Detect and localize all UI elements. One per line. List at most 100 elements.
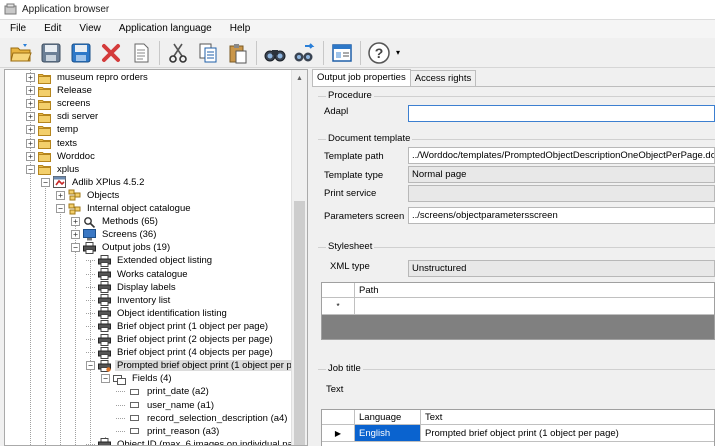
tree-item[interactable]: Works catalogue xyxy=(86,268,190,281)
toolbar-separator xyxy=(323,40,324,65)
print-service-field[interactable] xyxy=(408,185,715,202)
collapse-icon[interactable]: − xyxy=(26,164,35,174)
tree-item[interactable]: print_date (a2) xyxy=(116,385,211,398)
expand-icon[interactable]: + xyxy=(26,73,35,82)
paste-button[interactable] xyxy=(223,39,253,67)
tree-item[interactable]: Brief object print (1 object per page) xyxy=(86,320,270,333)
tree-scrollbar[interactable]: ▲ xyxy=(291,70,307,445)
tree-item[interactable]: − xplus xyxy=(26,163,81,176)
save-button[interactable] xyxy=(36,39,66,67)
tree-item[interactable]: Inventory list xyxy=(86,294,172,307)
menu-file[interactable]: File xyxy=(0,20,35,38)
copy-button[interactable] xyxy=(193,39,223,67)
expand-icon[interactable]: + xyxy=(26,99,35,109)
tree-item[interactable]: + texts xyxy=(26,137,79,150)
menu-view[interactable]: View xyxy=(70,20,110,38)
tree-item[interactable]: Brief object print (4 objects per page) xyxy=(86,346,275,359)
cut-icon xyxy=(169,43,187,63)
collapse-icon[interactable]: − xyxy=(56,204,65,213)
tree-item[interactable]: Display labels xyxy=(86,281,178,294)
tree-item[interactable]: + temp xyxy=(26,123,80,136)
menu-application-language[interactable]: Application language xyxy=(110,20,221,38)
adapl-field[interactable] xyxy=(408,105,715,122)
view-button[interactable] xyxy=(327,39,357,67)
language-cell[interactable]: English xyxy=(355,425,421,441)
stylesheet-path-grid[interactable]: Path * xyxy=(321,282,715,340)
job-title-title: Job title xyxy=(326,363,363,374)
collapse-icon[interactable]: − xyxy=(86,361,95,371)
new-row[interactable]: * xyxy=(322,298,714,315)
tree-item[interactable]: + screens xyxy=(26,97,92,110)
job-title-grid[interactable]: Language Text ▶ English Prompted brief o… xyxy=(321,409,715,446)
expand-icon[interactable]: + xyxy=(26,151,35,161)
tree-item[interactable]: − Output jobs (19) xyxy=(71,241,172,254)
collapse-icon[interactable]: − xyxy=(101,374,110,384)
table-row[interactable]: ▶ English Prompted brief object print (1… xyxy=(322,425,714,442)
tree-item[interactable]: + Worddoc xyxy=(26,150,97,163)
menu-edit[interactable]: Edit xyxy=(35,20,70,38)
xml-type-label: XML type xyxy=(330,261,370,272)
tab-output-job-properties[interactable]: Output job properties xyxy=(312,69,411,87)
help-button[interactable]: ? xyxy=(364,39,394,67)
collapse-icon[interactable]: − xyxy=(41,177,50,187)
printer-icon xyxy=(98,333,111,346)
tree-item[interactable]: − Prompted brief object print (1 object p… xyxy=(86,359,307,372)
template-path-field[interactable]: ../Worddoc/templates/PromptedObjectDescr… xyxy=(408,147,715,164)
expand-icon[interactable]: + xyxy=(26,86,35,96)
tree-item[interactable]: print_reason (a3) xyxy=(116,425,221,438)
expand-icon[interactable]: + xyxy=(26,138,35,148)
tree-item[interactable]: − Fields (4) xyxy=(101,372,174,385)
tab-access-rights[interactable]: Access rights xyxy=(409,70,477,87)
tree-item[interactable]: + museum repro orders xyxy=(26,71,150,84)
expand-icon[interactable]: + xyxy=(71,217,80,227)
toolbar-separator xyxy=(360,40,361,65)
tree-item[interactable]: Extended object listing xyxy=(86,254,214,267)
tree-item[interactable]: Object identification listing xyxy=(86,307,229,320)
screen-icon xyxy=(83,228,96,241)
menu-bar: File Edit View Application language Help xyxy=(0,20,715,38)
tree-item[interactable]: + Screens (36) xyxy=(71,228,158,241)
text-cell[interactable]: Prompted brief object print (1 object pe… xyxy=(421,425,714,441)
toolbar-overflow-icon[interactable]: ▾ xyxy=(396,48,400,57)
tree-item[interactable]: + Objects xyxy=(56,189,121,202)
parameters-screen-field[interactable]: ../screens/objectparametersscreen xyxy=(408,207,715,224)
expand-icon[interactable]: + xyxy=(71,230,80,240)
collapse-icon[interactable]: − xyxy=(71,243,80,253)
tree-item[interactable]: − Adlib XPlus 4.5.2 xyxy=(41,176,146,189)
find-button[interactable] xyxy=(260,39,290,67)
open-folder-icon xyxy=(10,43,32,61)
expand-icon[interactable]: + xyxy=(56,190,65,200)
cut-button[interactable] xyxy=(163,39,193,67)
properties-button[interactable] xyxy=(126,39,156,67)
tree-item[interactable]: Brief object print (2 objects per page) xyxy=(86,333,275,346)
delete-button[interactable] xyxy=(96,39,126,67)
xml-type-select[interactable]: Unstructured xyxy=(408,260,715,277)
column-path[interactable]: Path xyxy=(355,283,714,297)
menu-help[interactable]: Help xyxy=(221,20,260,38)
column-text[interactable]: Text xyxy=(421,410,714,424)
tree-item[interactable]: user_name (a1) xyxy=(116,399,216,412)
tree-item-label: screens xyxy=(57,98,91,110)
tree-guide-line xyxy=(60,209,61,445)
expand-icon[interactable]: + xyxy=(26,112,35,122)
application-tree[interactable]: + museum repro orders + Release + screens + sdi… xyxy=(4,69,308,446)
find-next-button[interactable] xyxy=(290,39,320,67)
scroll-up-icon[interactable]: ▲ xyxy=(292,70,307,86)
column-language[interactable]: Language xyxy=(355,410,421,424)
tree-item[interactable]: + sdi server xyxy=(26,110,100,123)
tree-item[interactable]: + Release xyxy=(26,84,94,97)
tree-item-label: museum repro orders xyxy=(57,72,148,83)
tree-scrollbar-thumb[interactable] xyxy=(294,201,305,445)
new-row-path-cell[interactable] xyxy=(355,298,714,314)
tree-item[interactable]: − Internal object catalogue xyxy=(56,202,193,215)
tree-item[interactable]: Object ID (max. 6 images on individual p… xyxy=(86,438,307,445)
tree-item[interactable]: + Methods (65) xyxy=(71,215,160,228)
procedure-title: Procedure xyxy=(326,90,374,101)
open-folder-button[interactable] xyxy=(6,39,36,67)
tree-item[interactable]: record_selection_description (a4) xyxy=(116,412,289,425)
printer-icon xyxy=(98,268,111,280)
current-row-marker: ▶ xyxy=(322,425,355,441)
template-type-select[interactable]: Normal page xyxy=(408,166,715,183)
expand-icon[interactable]: + xyxy=(26,125,35,135)
save-as-button[interactable] xyxy=(66,39,96,67)
